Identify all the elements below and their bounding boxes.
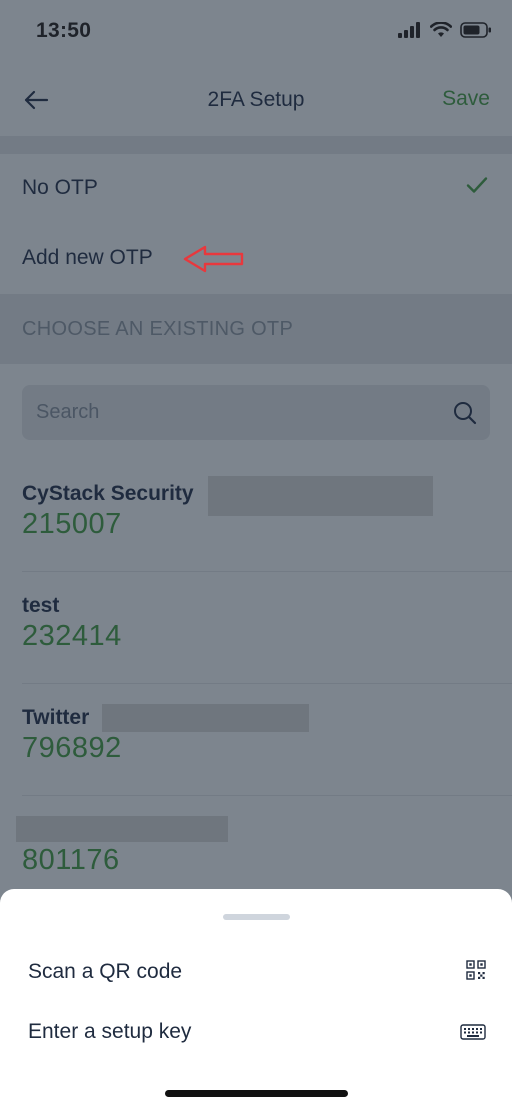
redacted-block	[208, 476, 433, 516]
section-header: CHOOSE AN EXISTING OTP	[0, 294, 512, 364]
bottom-sheet: Scan a QR code Enter a setup key	[0, 889, 512, 1109]
otp-code: 796892	[22, 732, 122, 764]
otp-list: CyStack Security 215007 test 232414 Twit…	[0, 460, 512, 910]
redacted-block	[16, 816, 228, 842]
search-bar	[0, 364, 512, 460]
otp-code: 801176	[22, 844, 120, 876]
status-bar: 13:50	[0, 0, 512, 62]
otp-list-item[interactable]: CyStack Security 215007	[0, 460, 512, 572]
qr-code-icon	[466, 960, 486, 980]
search-icon[interactable]	[452, 400, 478, 426]
annotation-arrow-icon	[183, 245, 244, 273]
option-no-otp[interactable]: No OTP	[0, 154, 512, 224]
option-label: Add new OTP	[22, 246, 153, 269]
battery-icon	[460, 22, 491, 38]
nav-bar: 2FA Setup Save	[0, 62, 512, 136]
keyboard-icon	[460, 1024, 486, 1040]
otp-options: No OTP Add new OTP	[0, 154, 512, 294]
otp-list-item[interactable]: test 232414	[0, 572, 512, 684]
otp-name: CyStack Security	[22, 482, 194, 505]
home-indicator[interactable]	[165, 1090, 348, 1097]
sheet-handle[interactable]	[223, 914, 290, 920]
otp-code: 215007	[22, 508, 122, 540]
otp-name: test	[22, 594, 60, 617]
section-header-label: CHOOSE AN EXISTING OTP	[22, 318, 294, 340]
save-button[interactable]: Save	[442, 87, 490, 111]
status-icons	[398, 22, 492, 38]
screen: 13:50 2FA Setup Save No OTP Add new OTP …	[0, 0, 512, 1109]
scan-qr-code-option[interactable]: Scan a QR code	[0, 944, 512, 1004]
sheet-item-label: Scan a QR code	[28, 960, 183, 983]
page-title: 2FA Setup	[207, 88, 305, 111]
sheet-item-label: Enter a setup key	[28, 1020, 192, 1043]
otp-code: 232414	[22, 620, 122, 652]
otp-name: Twitter	[22, 706, 90, 729]
search-box	[22, 385, 490, 440]
cellular-signal-icon	[398, 22, 420, 38]
checkmark-icon	[466, 177, 488, 193]
search-input[interactable]	[36, 385, 436, 440]
otp-list-item[interactable]: Twitter 796892	[0, 684, 512, 796]
redacted-block	[102, 704, 309, 732]
option-add-new-otp[interactable]: Add new OTP	[0, 224, 512, 294]
status-time: 13:50	[36, 19, 92, 42]
wifi-icon	[430, 22, 452, 37]
option-label: No OTP	[22, 176, 98, 199]
section-divider	[0, 136, 512, 154]
enter-setup-key-option[interactable]: Enter a setup key	[0, 1004, 512, 1064]
